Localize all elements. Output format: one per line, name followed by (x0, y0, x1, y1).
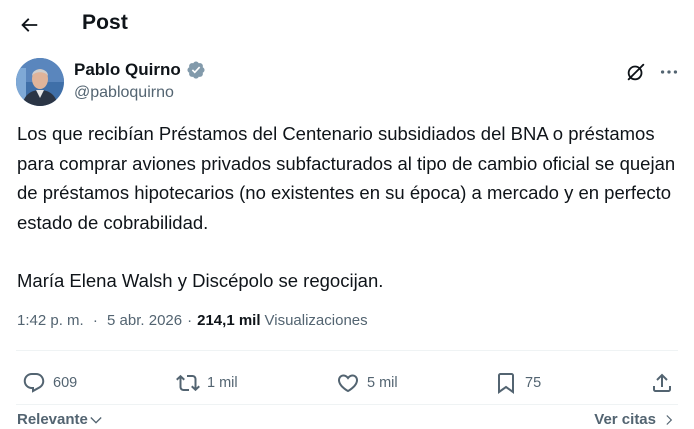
tweet-paragraph: Los que recibían Préstamos del Centenari… (17, 123, 676, 233)
top-header: Post (0, 0, 694, 50)
like-button[interactable]: 5 mil (336, 368, 398, 398)
share-icon (653, 373, 671, 392)
divider (16, 350, 678, 351)
replies-sort-bar: Relevante Ver citas (0, 408, 694, 429)
verified-badge-icon[interactable] (186, 60, 206, 80)
grok-button[interactable] (624, 60, 648, 84)
reply-icon (23, 373, 45, 393)
tweet-time: 1:42 p. m. (17, 312, 84, 329)
repost-icon (176, 374, 200, 392)
heart-icon (337, 374, 359, 393)
chevron-right-icon (666, 414, 673, 425)
more-options-button[interactable] (656, 60, 682, 84)
views-label: Visualizaciones (264, 312, 368, 329)
meta-separator: · (187, 312, 193, 329)
bookmark-button[interactable]: 75 (494, 368, 541, 398)
avatar[interactable] (16, 58, 64, 106)
back-button[interactable] (10, 6, 48, 44)
author-name-row: Pablo Quirno (74, 60, 206, 80)
author-handle[interactable]: @pabloquirno (74, 84, 174, 102)
tweet-date: 5 abr. 2026 (107, 312, 183, 329)
meta-separator: · (92, 312, 98, 329)
tweet-text: Los que recibían Préstamos del Centenari… (17, 119, 681, 296)
sort-label: Relevante (17, 411, 88, 428)
chevron-down-icon (90, 416, 102, 424)
page-title: Post (82, 11, 128, 34)
tweet-meta: 1:42 p. m. · 5 abr. 2026 · 214,1 mil Vis… (17, 312, 368, 329)
reply-count: 609 (53, 375, 78, 391)
divider (16, 404, 678, 405)
repost-button[interactable]: 1 mil (176, 368, 238, 398)
bookmark-icon (498, 373, 514, 394)
sort-dropdown[interactable]: Relevante (17, 411, 104, 428)
reply-button[interactable]: 609 (22, 368, 77, 398)
views-count: 214,1 mil (197, 312, 261, 329)
like-count: 5 mil (367, 375, 398, 391)
author-display-name[interactable]: Pablo Quirno (74, 60, 181, 80)
bookmark-count: 75 (525, 375, 542, 391)
view-quotes-link[interactable]: Ver citas (594, 411, 676, 428)
more-horizontal-icon (660, 70, 678, 74)
quotes-label: Ver citas (594, 411, 656, 428)
action-bar: 609 1 mil 5 mil 75 (0, 368, 694, 398)
tweet-paragraph: María Elena Walsh y Discépolo se regocij… (17, 270, 384, 291)
tweet-timestamp[interactable]: 1:42 p. m. · 5 abr. 2026 (17, 312, 182, 329)
arrow-left-icon (21, 18, 38, 32)
repost-count: 1 mil (207, 375, 238, 391)
share-button[interactable] (650, 368, 674, 398)
grok-icon (627, 63, 645, 81)
